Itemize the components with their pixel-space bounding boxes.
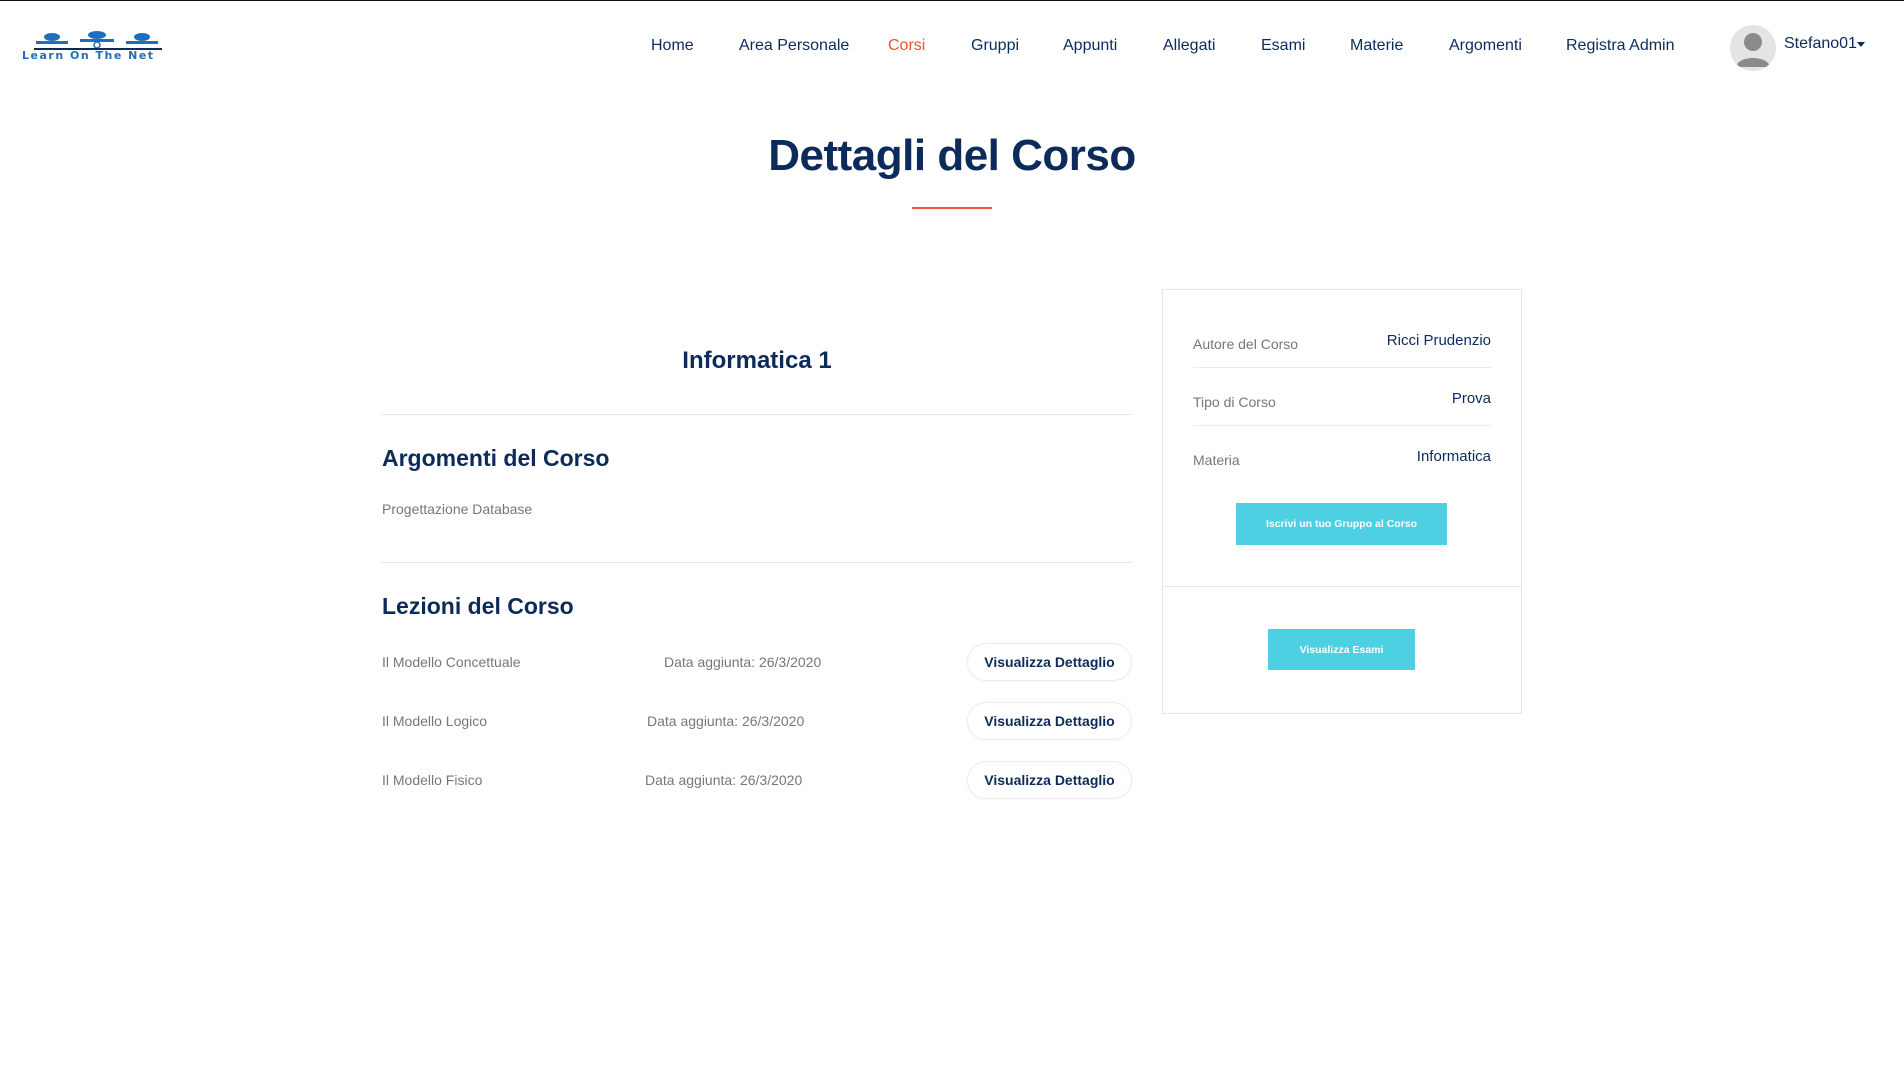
topics-heading: Argomenti del Corso	[382, 445, 610, 471]
chevron-down-icon[interactable]	[1857, 42, 1865, 47]
info-value: Prova	[1451, 390, 1491, 407]
main-nav: Home Area Personale Corsi Gruppi Appunti…	[0, 37, 1904, 57]
lesson-date: Data aggiunta: 26/3/2020	[645, 772, 803, 788]
lesson-date: Data aggiunta: 26/3/2020	[664, 654, 822, 670]
lesson-name: Il Modello Logico	[382, 713, 488, 729]
view-detail-button[interactable]: Visualizza Dettaglio	[967, 702, 1132, 740]
lesson-row: Il Modello Concettuale Data aggiunta: 26…	[382, 643, 1132, 681]
course-info-card: Autore del Corso Ricci Prudenzio Tipo di…	[1162, 289, 1522, 714]
page-title: Dettagli del Corso	[768, 131, 1136, 180]
topic-item: Progettazione Database	[382, 501, 533, 517]
site-header: Learn On The Net Home Area Personale Cor…	[0, 1, 1904, 91]
lesson-row: Il Modello Fisico Data aggiunta: 26/3/20…	[382, 761, 1132, 799]
info-value: Informatica	[1416, 448, 1491, 465]
nav-esami[interactable]: Esami	[1261, 37, 1305, 55]
view-exams-button[interactable]: Visualizza Esami	[1268, 629, 1415, 670]
view-detail-button[interactable]: Visualizza Dettaglio	[967, 643, 1132, 681]
info-label: Autore del Corso	[1193, 336, 1299, 352]
user-name[interactable]: Stefano01	[1784, 35, 1857, 53]
info-row-author: Autore del Corso Ricci Prudenzio	[1193, 310, 1491, 368]
user-menu[interactable]: Stefano01	[1718, 19, 1878, 75]
user-avatar-icon[interactable]	[1730, 25, 1776, 71]
nav-area-personale[interactable]: Area Personale	[739, 37, 849, 55]
divider	[382, 414, 1132, 415]
nav-corsi[interactable]: Corsi	[888, 37, 925, 55]
nav-allegati[interactable]: Allegati	[1163, 37, 1215, 55]
lesson-name: Il Modello Fisico	[382, 772, 483, 788]
enroll-group-button[interactable]: Iscrivi un tuo Gruppo al Corso	[1236, 503, 1447, 545]
divider	[382, 562, 1132, 563]
lesson-row: Il Modello Logico Data aggiunta: 26/3/20…	[382, 702, 1132, 740]
info-value: Ricci Prudenzio	[1386, 332, 1491, 349]
course-name: Informatica 1	[682, 347, 832, 374]
info-label: Tipo di Corso	[1193, 394, 1276, 410]
lesson-date: Data aggiunta: 26/3/2020	[647, 713, 805, 729]
nav-home[interactable]: Home	[651, 37, 694, 55]
lesson-name: Il Modello Concettuale	[382, 654, 521, 670]
info-row-subject: Materia Informatica	[1193, 426, 1491, 484]
view-detail-button[interactable]: Visualizza Dettaglio	[967, 761, 1132, 799]
info-label: Materia	[1193, 452, 1240, 468]
info-row-type: Tipo di Corso Prova	[1193, 368, 1491, 426]
lessons-heading: Lezioni del Corso	[382, 593, 574, 619]
card-divider	[1163, 586, 1521, 587]
nav-registra-admin[interactable]: Registra Admin	[1566, 37, 1675, 55]
nav-materie[interactable]: Materie	[1350, 37, 1403, 55]
nav-appunti[interactable]: Appunti	[1063, 37, 1117, 55]
nav-argomenti[interactable]: Argomenti	[1449, 37, 1522, 55]
nav-gruppi[interactable]: Gruppi	[971, 37, 1019, 55]
title-underline	[912, 207, 992, 209]
